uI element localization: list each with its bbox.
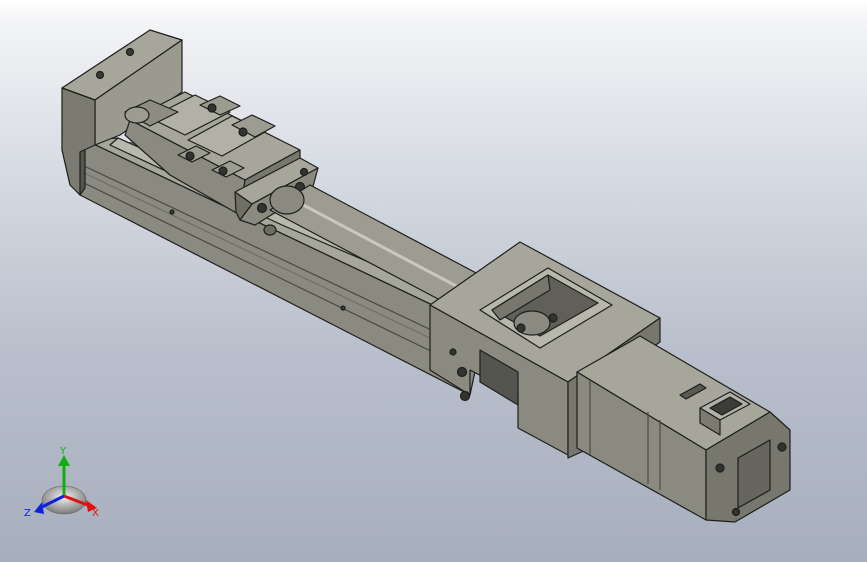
housing-screw: [449, 348, 457, 356]
motor-screw: [715, 463, 725, 473]
profile-hole: [340, 305, 346, 311]
carriage-bolt: [185, 151, 195, 161]
housing-screw: [459, 390, 471, 402]
motor-screw: [731, 507, 741, 517]
housing-screw: [456, 366, 468, 378]
linear-actuator-model[interactable]: [0, 0, 867, 562]
flange-screw: [299, 167, 309, 177]
profile-hole: [169, 209, 175, 215]
y-axis-label: Y: [59, 446, 67, 457]
carriage-bolt: [238, 127, 248, 137]
orientation-triad: Y X Z: [24, 446, 99, 519]
plate-hole: [125, 47, 135, 57]
z-axis-label: Z: [24, 508, 31, 519]
carriage-bolt: [207, 103, 217, 113]
flange-screw: [256, 202, 268, 214]
graphics-viewport[interactable]: Y X Z: [0, 0, 867, 562]
carriage-bolt: [218, 166, 228, 176]
x-axis-label: X: [92, 508, 99, 519]
motor-screw: [777, 442, 787, 452]
stepper-motor: [576, 335, 791, 523]
plate-hole: [95, 70, 105, 80]
